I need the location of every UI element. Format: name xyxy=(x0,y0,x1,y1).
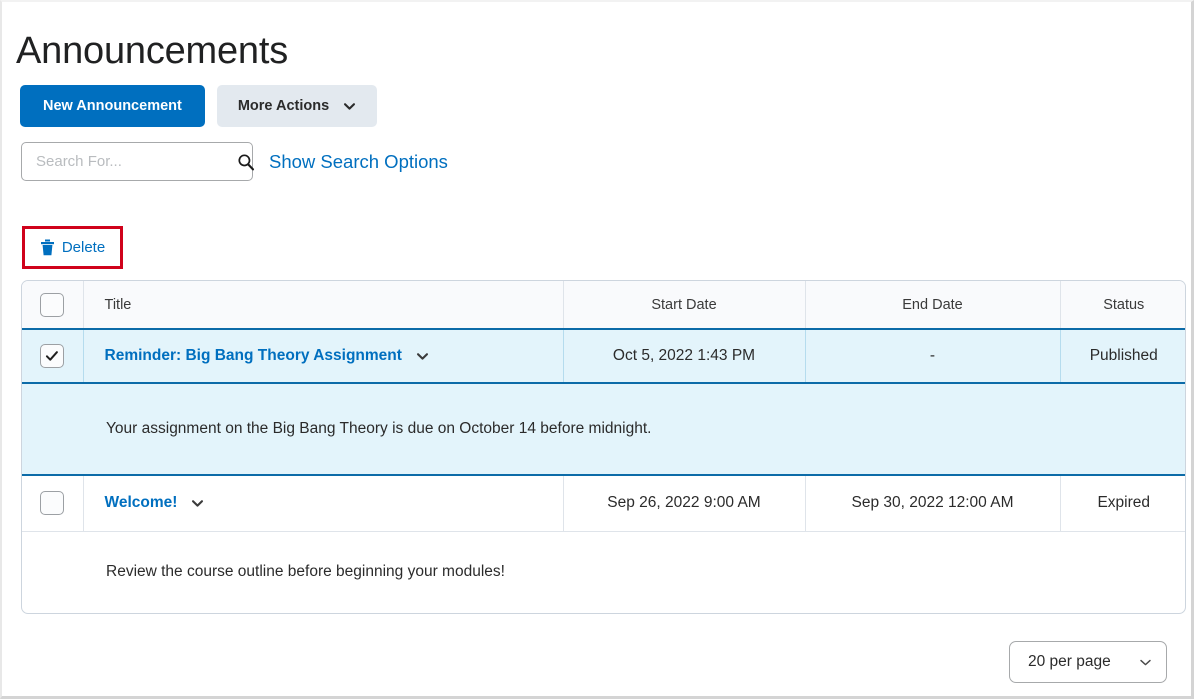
search-input[interactable] xyxy=(34,152,237,171)
table-header: Title Start Date End Date Status xyxy=(22,281,1185,330)
row-checkbox-cell xyxy=(22,475,84,532)
more-actions-button[interactable]: More Actions xyxy=(216,85,378,127)
column-header-title[interactable]: Title xyxy=(83,281,564,330)
table-row[interactable]: Welcome! Sep 26, 2022 9:00 AM Sep 30, 20… xyxy=(22,475,1185,532)
row-checkbox[interactable] xyxy=(40,491,65,516)
chevron-down-icon[interactable] xyxy=(416,350,429,363)
announcement-body-text: Review the course outline before beginni… xyxy=(106,563,505,581)
select-all-checkbox[interactable] xyxy=(40,292,65,317)
show-search-options-link[interactable]: Show Search Options xyxy=(269,151,448,173)
trash-icon xyxy=(40,239,55,256)
new-announcement-button[interactable]: New Announcement xyxy=(20,85,205,127)
search-icon[interactable] xyxy=(237,153,255,171)
chevron-down-icon xyxy=(343,100,356,113)
table-header-row: Title Start Date End Date Status xyxy=(22,281,1185,330)
search-row: Show Search Options xyxy=(21,142,448,181)
announcement-body-text: Your assignment on the Big Bang Theory i… xyxy=(106,420,652,437)
chevron-down-icon xyxy=(1139,656,1152,669)
row-checkbox-cell xyxy=(22,328,84,384)
row-end-date: Sep 30, 2022 12:00 AM xyxy=(805,475,1061,532)
column-header-start-date[interactable]: Start Date xyxy=(563,281,806,330)
announcement-title-link[interactable]: Reminder: Big Bang Theory Assignment xyxy=(105,347,402,365)
row-checkbox[interactable] xyxy=(40,344,65,368)
delete-button-highlight: Delete xyxy=(22,226,123,269)
table-row-body: Review the course outline before beginni… xyxy=(22,531,1185,613)
announcement-title-link[interactable]: Welcome! xyxy=(105,494,178,512)
search-box[interactable] xyxy=(21,142,255,181)
announcement-body-cell: Your assignment on the Big Bang Theory i… xyxy=(22,383,1185,476)
delete-button-label: Delete xyxy=(61,239,106,256)
table-body: Reminder: Big Bang Theory Assignment Oct… xyxy=(22,328,1185,613)
announcements-table: Title Start Date End Date Status Reminde… xyxy=(21,280,1186,614)
table-row[interactable]: Reminder: Big Bang Theory Assignment Oct… xyxy=(22,328,1185,384)
chevron-down-icon[interactable] xyxy=(191,497,204,510)
announcements-page: Announcements New Announcement More Acti… xyxy=(0,0,1194,699)
row-start-date: Oct 5, 2022 1:43 PM xyxy=(563,328,806,384)
row-title-cell: Reminder: Big Bang Theory Assignment xyxy=(83,328,564,384)
delete-button[interactable]: Delete xyxy=(40,239,105,256)
page-title: Announcements xyxy=(16,30,289,73)
action-button-row: New Announcement More Actions xyxy=(20,85,378,127)
per-page-label: 20 per page xyxy=(1028,653,1111,670)
row-status: Expired xyxy=(1060,475,1185,532)
per-page-dropdown[interactable]: 20 per page xyxy=(1009,641,1167,683)
row-start-date: Sep 26, 2022 9:00 AM xyxy=(563,475,806,532)
column-header-end-date[interactable]: End Date xyxy=(805,281,1061,330)
announcement-body-cell: Review the course outline before beginni… xyxy=(22,531,1185,613)
select-all-header xyxy=(22,281,84,330)
more-actions-label: More Actions xyxy=(237,98,330,114)
row-status: Published xyxy=(1060,328,1185,384)
column-header-status[interactable]: Status xyxy=(1060,281,1185,330)
row-end-date: - xyxy=(805,328,1061,384)
row-title-cell: Welcome! xyxy=(83,475,564,532)
table-row-body: Your assignment on the Big Bang Theory i… xyxy=(22,383,1185,476)
